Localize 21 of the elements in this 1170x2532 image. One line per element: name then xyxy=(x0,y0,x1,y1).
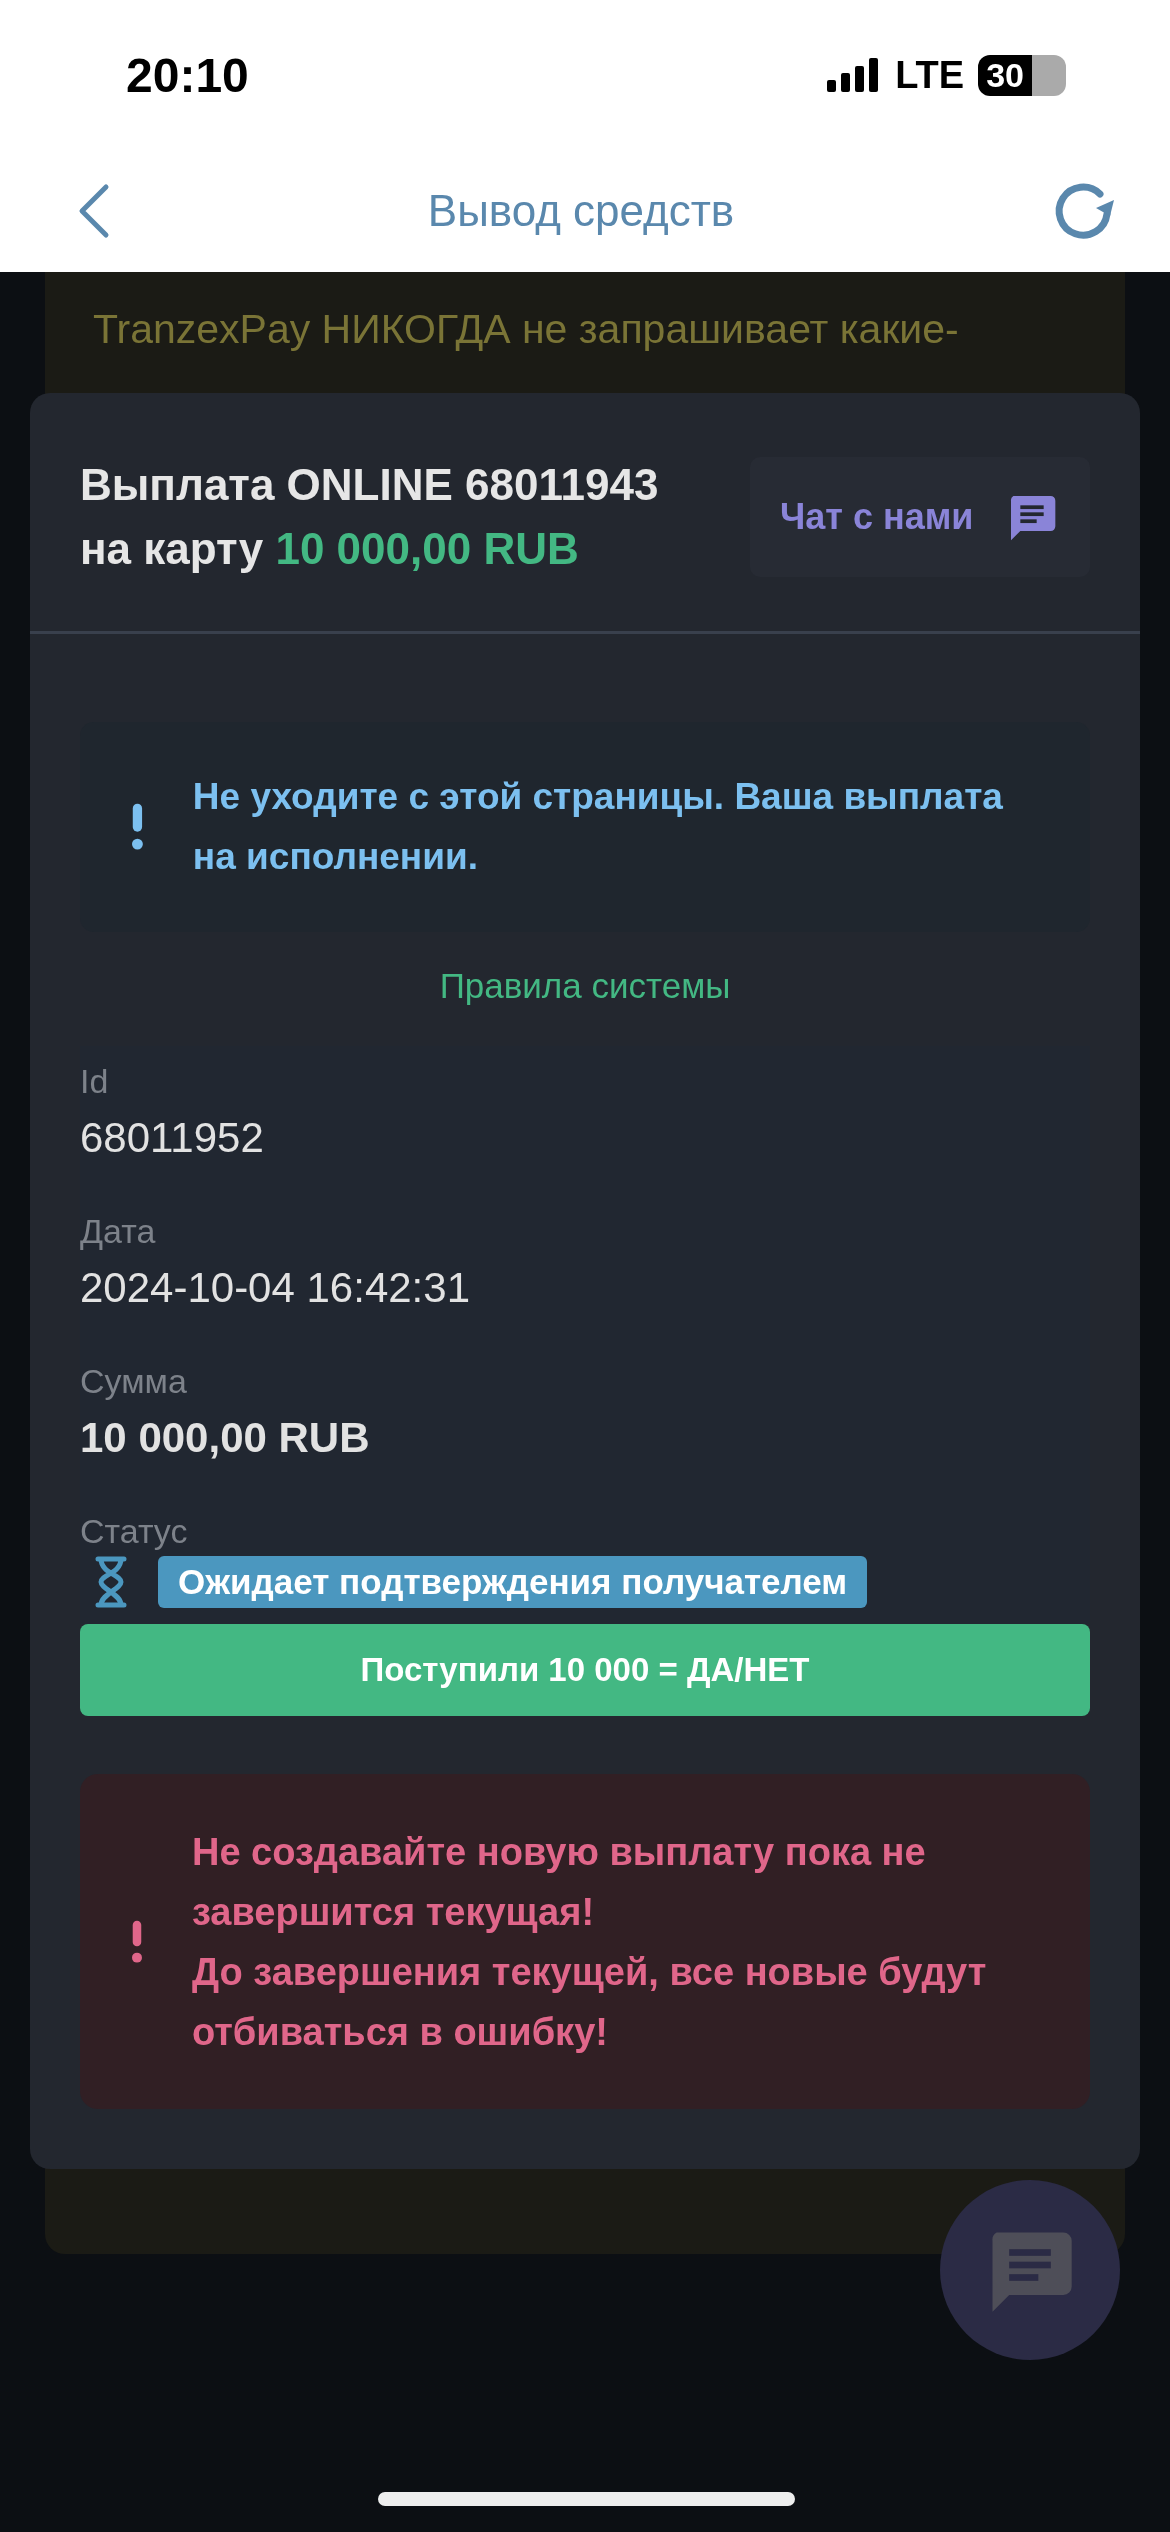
detail-label: Статус xyxy=(80,1511,189,1552)
status-time: 20:10 xyxy=(126,47,249,103)
warning-text: Не создавайте новую выплату пока не завершится текущая! xyxy=(191,1829,927,1935)
info-text: Не уходите с этой страницы. Ваша выплата на исполнении. xyxy=(192,775,1004,879)
detail-label: Id xyxy=(80,1061,110,1102)
network-label: LTE xyxy=(895,53,965,97)
warning-text: До завершения текущей, все новые будут отбиваться в ошибку! xyxy=(191,1949,988,2055)
status-badge: Ожидает подтверждения получателем xyxy=(158,1556,868,1608)
detail-label: Дата xyxy=(80,1211,157,1252)
detail-label: Сумма xyxy=(80,1361,188,1402)
hourglass-icon xyxy=(94,1556,128,1608)
confirm-button[interactable]: Поступили 10 000 = ДА/НЕТ xyxy=(80,1624,1090,1716)
page-title: Вывод средств xyxy=(427,186,735,236)
rules-link[interactable]: Правила системы xyxy=(439,966,731,1006)
detail-value: 2024-10-04 16:42:31 xyxy=(80,1263,471,1313)
battery-indicator: 30 xyxy=(978,54,1066,96)
chat-button[interactable]: Чат с нами xyxy=(750,457,1090,577)
detail-value: 68011952 xyxy=(80,1113,265,1163)
payout-title: Выплата ONLINE 68011943 на карту 10 000,00 RUB xyxy=(80,459,660,575)
notice-text: TranzexPay НИКОГДА не запрашивает какие- xyxy=(93,305,960,354)
detail-value: 10 000,00 RUB xyxy=(80,1413,371,1463)
